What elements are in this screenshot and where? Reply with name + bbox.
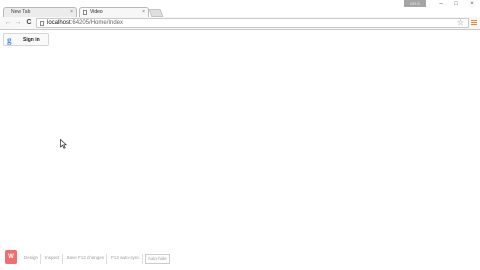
- url-path: :64205/Home/Index: [70, 20, 124, 26]
- window-close-icon[interactable]: ×: [467, 1, 477, 8]
- new-tab-button[interactable]: [148, 9, 164, 17]
- browser-toolbar: ← → C localhost:64205/Home/Index ☆: [0, 17, 480, 30]
- devtools-bar: W Design Inspect Save F12 changes F12 au…: [0, 250, 190, 265]
- signin-label: Sign in: [23, 37, 40, 43]
- menu-icon[interactable]: [471, 20, 477, 27]
- mouse-cursor-icon: [60, 139, 67, 149]
- url-host: localhost: [47, 20, 71, 26]
- tab-new-tab[interactable]: New Tab ×: [3, 7, 77, 17]
- maximize-icon[interactable]: □: [451, 1, 461, 8]
- google-logo-icon: g: [7, 35, 12, 45]
- devtools-inspect-button[interactable]: Inspect: [43, 254, 63, 264]
- tab-title: New Tab: [11, 9, 31, 15]
- url-text[interactable]: localhost:64205/Home/Index: [47, 19, 123, 28]
- devtools-logo-icon: W: [5, 250, 17, 264]
- reload-icon[interactable]: C: [25, 19, 33, 27]
- tab-title: Video: [90, 9, 103, 15]
- page-icon: [40, 21, 44, 26]
- bookmark-star-icon[interactable]: ☆: [457, 18, 464, 28]
- minimize-icon[interactable]: –: [436, 1, 446, 8]
- devtools-design-button[interactable]: Design: [22, 254, 42, 264]
- close-icon[interactable]: ×: [142, 8, 145, 17]
- devtools-autosync-button[interactable]: F12 auto-sync: [109, 254, 143, 264]
- google-signin-button[interactable]: g Sign in: [3, 33, 49, 46]
- address-bar[interactable]: localhost:64205/Home/Index ☆: [36, 18, 469, 28]
- close-icon[interactable]: ×: [70, 8, 73, 17]
- back-arrow-icon[interactable]: ←: [4, 19, 12, 27]
- devtools-autohide-button[interactable]: Auto-hide: [144, 254, 170, 264]
- profile-badge[interactable]: DR.S: [404, 0, 426, 7]
- tab-video[interactable]: Video ×: [79, 7, 149, 17]
- title-bar: New Tab × Video × DR.S – □ ×: [0, 0, 480, 17]
- forward-arrow-icon[interactable]: →: [14, 19, 22, 27]
- devtools-save-button[interactable]: Save F12 changes: [65, 254, 108, 264]
- page-icon: [83, 10, 87, 15]
